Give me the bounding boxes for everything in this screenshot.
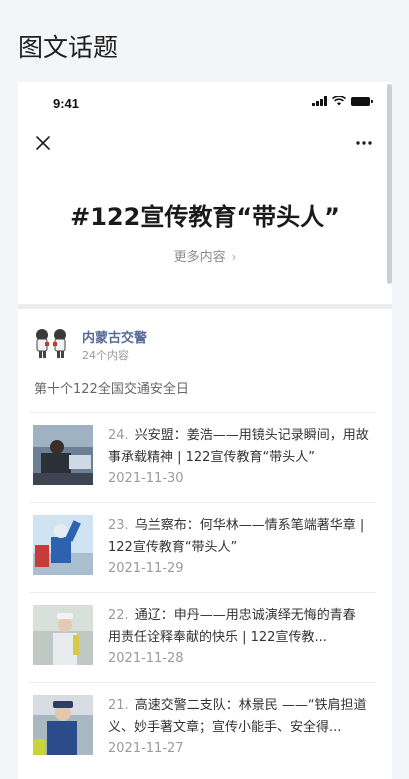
article-date: 2021-11-27 <box>108 741 184 756</box>
wifi-icon <box>332 96 346 106</box>
article-thumbnail <box>33 515 93 575</box>
signal-icon <box>312 96 327 106</box>
topic-title: #122宣传教育“带头人” <box>70 203 340 231</box>
article-title-text: 兴安盟：姜浩——用镜头记录瞬间，用故事承载精神 | 122宣传教育“带头人” <box>108 428 369 465</box>
close-icon[interactable] <box>32 132 54 154</box>
article-number: 24. <box>108 428 129 443</box>
article-date: 2021-11-30 <box>108 471 184 486</box>
article-title: 24. 兴安盟：姜浩——用镜头记录瞬间，用故事承载精神 | 122宣传教育“带头人… <box>108 425 372 469</box>
status-bar: 9:41 <box>18 82 392 122</box>
article-item[interactable]: 24. 兴安盟：姜浩——用镜头记录瞬间，用故事承载精神 | 122宣传教育“带头人… <box>29 412 376 502</box>
article-number: 21. <box>108 698 129 713</box>
article-thumbnail <box>33 695 93 755</box>
topic-page-preview: 9:41 #122宣传教育“带头人” 更多内容 › 内蒙古交警 24个内容 第十… <box>18 82 392 779</box>
article-title-text: 乌兰察布：何华林——情系笔端著华章 | 122宣传教育“带头人” <box>108 518 365 555</box>
article-thumbnail <box>33 605 93 665</box>
article-date: 2021-11-28 <box>108 651 184 666</box>
nav-bar <box>18 128 392 158</box>
article-thumbnail <box>33 425 93 485</box>
article-title: 22. 通辽：申丹——用忠诚演绎无悔的青春 用责任诠释奉献的快乐 | 122宣传教… <box>108 605 372 649</box>
topic-description: 第十个122全国交通安全日 <box>34 382 189 397</box>
status-time: 9:41 <box>53 96 80 111</box>
author-content-count: 24个内容 <box>82 349 129 362</box>
article-title-text: 高速交警二支队：林景民 ——“铁肩担道义、妙手著文章；宣传小能手、安全得... <box>108 698 367 735</box>
more-options-icon[interactable] <box>352 134 376 152</box>
more-content-link[interactable]: 更多内容 › <box>18 246 392 265</box>
article-title-text: 通辽：申丹——用忠诚演绎无悔的青春 用责任诠释奉献的快乐 | 122宣传教... <box>108 608 356 645</box>
article-item[interactable]: 21. 高速交警二支队：林景民 ——“铁肩担道义、妙手著文章；宣传小能手、安全得.… <box>29 682 376 772</box>
article-date: 2021-11-29 <box>108 561 184 576</box>
article-title: 23. 乌兰察布：何华林——情系笔端著华章 | 122宣传教育“带头人” <box>108 515 372 559</box>
article-number: 22. <box>108 608 129 623</box>
section-divider <box>18 304 392 309</box>
author-row[interactable]: 内蒙古交警 24个内容 <box>32 324 372 364</box>
chevron-right-icon: › <box>231 250 237 264</box>
author-avatar[interactable] <box>32 326 70 360</box>
article-number: 23. <box>108 518 129 533</box>
article-title: 21. 高速交警二支队：林景民 ——“铁肩担道义、妙手著文章；宣传小能手、安全得.… <box>108 695 372 739</box>
article-item[interactable]: 23. 乌兰察布：何华林——情系笔端著华章 | 122宣传教育“带头人” 2021… <box>29 502 376 592</box>
battery-icon <box>351 96 373 106</box>
article-list: 24. 兴安盟：姜浩——用镜头记录瞬间，用故事承载精神 | 122宣传教育“带头人… <box>29 412 376 772</box>
author-name[interactable]: 内蒙古交警 <box>82 327 147 346</box>
page-title: 图文话题 <box>18 33 119 62</box>
article-item[interactable]: 22. 通辽：申丹——用忠诚演绎无悔的青春 用责任诠释奉献的快乐 | 122宣传教… <box>29 592 376 682</box>
more-content-label: 更多内容 <box>173 250 226 265</box>
